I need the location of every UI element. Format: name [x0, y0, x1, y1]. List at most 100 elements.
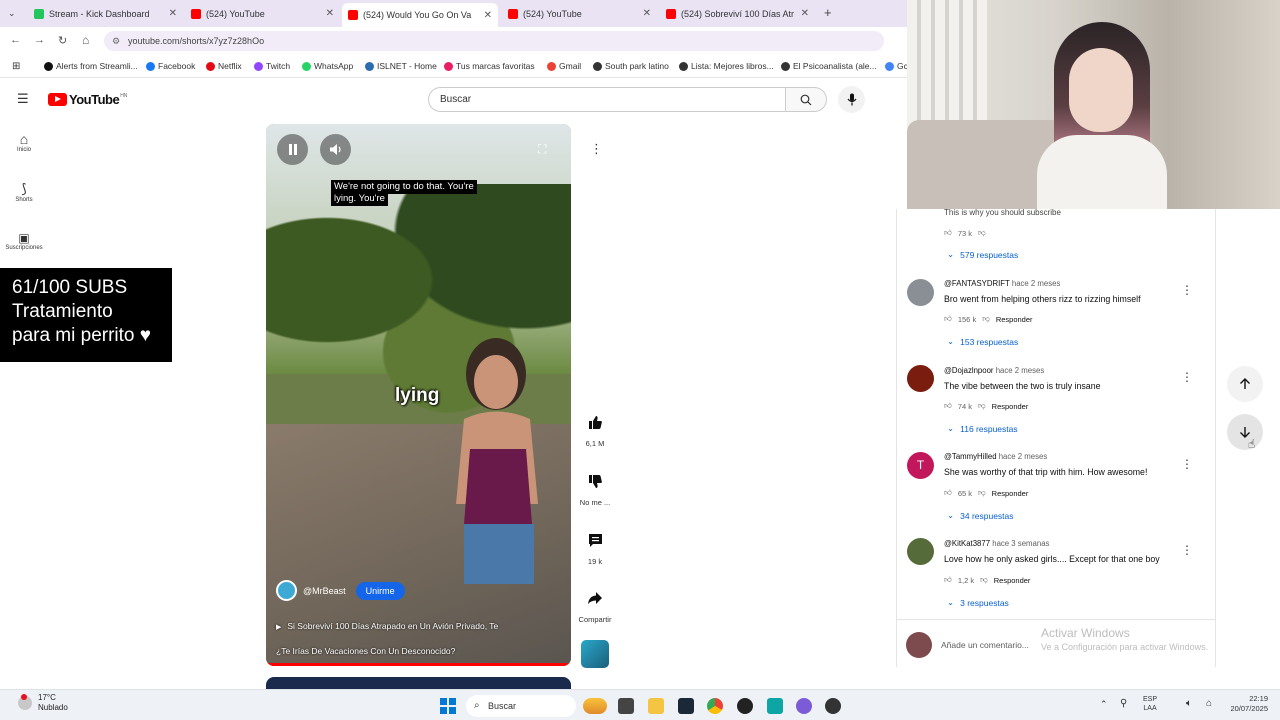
- next-short-button[interactable]: [1227, 414, 1263, 450]
- join-button[interactable]: Unirme: [355, 581, 405, 600]
- file-explorer-icon[interactable]: [648, 698, 664, 714]
- home-icon[interactable]: ⌂: [82, 33, 89, 47]
- previous-short-button[interactable]: [1227, 366, 1263, 402]
- bookmark-islnet[interactable]: ISLNET - Home: [365, 61, 437, 71]
- commenter-avatar[interactable]: T: [907, 452, 934, 479]
- bookmark-facebook[interactable]: Facebook: [146, 61, 195, 71]
- site-info-icon[interactable]: ⚙: [112, 31, 120, 51]
- bookmark-marcas[interactable]: Tus marcas favoritas: [444, 61, 535, 71]
- search-button[interactable]: [786, 87, 827, 112]
- app-icon-2[interactable]: [825, 698, 841, 714]
- thumbs-down-icon[interactable]: 👎︎: [980, 575, 988, 585]
- back-icon[interactable]: ←: [10, 34, 21, 46]
- windows-start-icon[interactable]: [440, 698, 456, 714]
- app-icon[interactable]: [767, 698, 783, 714]
- sidebar-item-shorts[interactable]: ⟆ Shorts: [0, 181, 48, 203]
- channel-name[interactable]: @MrBeast: [303, 586, 346, 596]
- search-input[interactable]: Buscar: [428, 87, 786, 112]
- new-tab-button[interactable]: +: [824, 5, 832, 20]
- network-icon[interactable]: ⌂: [1206, 698, 1212, 709]
- youtube-logo[interactable]: YouTube HN: [48, 92, 127, 107]
- apps-icon[interactable]: ⊞: [12, 61, 20, 72]
- thumbs-up-icon[interactable]: 👍︎: [944, 314, 952, 324]
- thumbs-down-icon[interactable]: 👎︎: [978, 401, 986, 411]
- reload-icon[interactable]: ↻: [58, 34, 67, 47]
- close-icon[interactable]: ✕: [169, 8, 177, 19]
- share-button[interactable]: Compartir: [577, 583, 613, 624]
- thumbs-up-icon[interactable]: 👍︎: [944, 488, 952, 498]
- video-progress-bar[interactable]: [266, 663, 571, 666]
- video-title[interactable]: ▶ Si Sobreviví 100 Días Atrapado en Un Av…: [276, 615, 561, 662]
- comment-menu-icon[interactable]: ⋮: [1181, 543, 1193, 557]
- bookmark-twitch[interactable]: Twitch: [254, 61, 290, 71]
- thumbs-down-icon[interactable]: 👎︎: [978, 228, 986, 238]
- sidebar-item-home[interactable]: ⌂ Inicio: [0, 131, 48, 153]
- weather-widget[interactable]: 17°C Nublado: [18, 693, 68, 713]
- commenter-avatar[interactable]: [907, 365, 934, 392]
- close-icon[interactable]: ✕: [484, 10, 492, 21]
- comment-author[interactable]: @KitKat3877: [944, 539, 990, 548]
- thumbs-up-icon[interactable]: 👍︎: [944, 575, 952, 585]
- dislike-button[interactable]: No me ...: [577, 466, 613, 507]
- sidebar-item-subscriptions[interactable]: ▣ Suscripciones: [0, 231, 48, 251]
- bookmark-psicoanalista[interactable]: El Psicoanalista (ale...: [781, 61, 877, 71]
- reply-button[interactable]: Responder: [992, 489, 1029, 498]
- clock[interactable]: 22:19 20/07/2025: [1220, 694, 1268, 714]
- view-replies-button[interactable]: ⌄ 116 respuestas: [947, 423, 1018, 434]
- view-replies-button[interactable]: ⌄ 579 respuestas: [947, 249, 1018, 260]
- comment-menu-icon[interactable]: ⋮: [1181, 283, 1193, 297]
- view-replies-button[interactable]: ⌄ 3 respuestas: [947, 597, 1009, 608]
- like-button[interactable]: 6,1 M: [577, 407, 613, 448]
- thumbs-up-icon[interactable]: 👍︎: [944, 228, 952, 238]
- audio-track-thumbnail[interactable]: [581, 640, 609, 668]
- bookmark-southpark[interactable]: South park latino: [593, 61, 669, 71]
- tab-list-icon[interactable]: ⌄: [8, 8, 16, 19]
- channel-avatar[interactable]: [276, 580, 297, 601]
- discord-icon[interactable]: [796, 698, 812, 714]
- voice-search-button[interactable]: [838, 86, 865, 113]
- thumbs-down-icon[interactable]: 👎︎: [978, 488, 986, 498]
- thumbs-up-icon[interactable]: 👍︎: [944, 401, 952, 411]
- bookmark-netflix[interactable]: Netflix: [206, 61, 242, 71]
- bookmark-libros[interactable]: Lista: Mejores libros...: [679, 61, 774, 71]
- bookmark-whatsapp[interactable]: WhatsApp: [302, 61, 353, 71]
- fullscreen-icon[interactable]: ⛶: [538, 142, 546, 157]
- menu-icon[interactable]: ☰: [17, 91, 29, 107]
- view-replies-button[interactable]: ⌄ 34 respuestas: [947, 510, 1014, 521]
- bookmark-google[interactable]: Gc: [885, 61, 908, 71]
- thumbs-down-icon[interactable]: 👎︎: [982, 314, 990, 324]
- commenter-avatar[interactable]: [907, 538, 934, 565]
- more-options-icon[interactable]: ⋮: [590, 141, 603, 157]
- chevron-up-icon[interactable]: ⌃: [1100, 699, 1108, 710]
- tab-youtube-1[interactable]: (524) YouTube ✕: [185, 4, 340, 23]
- close-icon[interactable]: ✕: [643, 8, 651, 19]
- close-icon[interactable]: ✕: [801, 8, 809, 19]
- chrome-icon[interactable]: [707, 698, 723, 714]
- steam-icon[interactable]: [678, 698, 694, 714]
- obs-icon[interactable]: [737, 698, 753, 714]
- next-short-preview[interactable]: [266, 677, 571, 689]
- tab-kick-dashboard[interactable]: Stream - Kick Dashboard ✕: [28, 4, 183, 23]
- comment-menu-icon[interactable]: ⋮: [1181, 457, 1193, 471]
- search-highlight-icon[interactable]: [583, 698, 607, 714]
- forward-icon[interactable]: →: [34, 34, 45, 46]
- close-icon[interactable]: ✕: [326, 8, 334, 19]
- comments-button[interactable]: 19 k: [577, 525, 613, 566]
- taskbar-search[interactable]: ⌕ Buscar: [466, 695, 576, 717]
- comment-author[interactable]: @TammyHilled: [944, 452, 997, 461]
- bookmark-streamlabs[interactable]: Alerts from Streamli...: [44, 61, 138, 71]
- add-comment-field[interactable]: Añade un comentario...: [906, 632, 1029, 658]
- commenter-avatar[interactable]: [907, 279, 934, 306]
- tab-youtube-4[interactable]: (524) Sobreviví 100 Días Atr ✕: [660, 4, 815, 23]
- tab-youtube-3[interactable]: (524) YouTube ✕: [502, 4, 657, 23]
- comment-author[interactable]: @Dojazlnpoor: [944, 366, 994, 375]
- language-indicator[interactable]: ESP LAA: [1143, 695, 1157, 713]
- pause-button[interactable]: [277, 134, 308, 165]
- volume-button[interactable]: [320, 134, 351, 165]
- task-view-icon[interactable]: [618, 698, 634, 714]
- reply-button[interactable]: Responder: [992, 402, 1029, 411]
- reply-button[interactable]: Responder: [996, 315, 1033, 324]
- comment-author[interactable]: @FANTASYDRIFT: [944, 279, 1010, 288]
- usb-icon[interactable]: ⚲: [1120, 698, 1127, 709]
- reply-button[interactable]: Responder: [994, 576, 1031, 585]
